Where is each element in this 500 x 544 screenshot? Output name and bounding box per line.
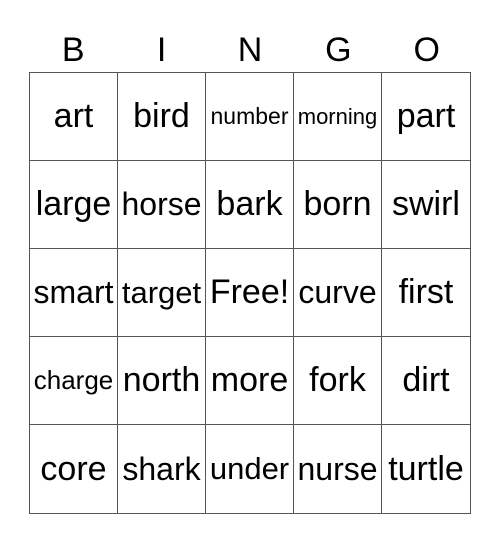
bingo-cell[interactable]: born	[294, 161, 382, 249]
header-letter-n: N	[237, 31, 263, 69]
cell-word: horse	[121, 186, 202, 222]
cell-word: number	[210, 103, 289, 129]
bingo-cell[interactable]: number	[206, 73, 294, 161]
bingo-cell[interactable]: swirl	[382, 161, 470, 249]
bingo-cell[interactable]: morning	[294, 73, 382, 161]
bingo-cell[interactable]: bird	[118, 73, 206, 161]
cell-word: smart	[33, 274, 114, 310]
cell-word: large	[35, 185, 112, 223]
bingo-cell[interactable]: smart	[30, 249, 118, 337]
bingo-cell[interactable]: core	[30, 425, 118, 513]
cell-word: dirt	[402, 361, 450, 399]
bingo-cell[interactable]: curve	[294, 249, 382, 337]
cell-word: charge	[33, 365, 114, 395]
cell-word: north	[122, 361, 201, 399]
cell-word: target	[121, 274, 202, 310]
cell-word: swirl	[392, 185, 460, 223]
header-letter-g: G	[325, 31, 352, 69]
cell-word: bark	[216, 185, 283, 223]
bingo-cell[interactable]: shark	[118, 425, 206, 513]
header-letter-b: B	[61, 31, 85, 69]
cell-word: born	[303, 185, 372, 223]
bingo-cell[interactable]: charge	[30, 337, 118, 425]
cell-word: under	[209, 451, 290, 486]
cell-word: nurse	[297, 450, 378, 487]
bingo-cell[interactable]: part	[382, 73, 470, 161]
cell-word: turtle	[388, 449, 464, 488]
bingo-cell[interactable]: horse	[118, 161, 206, 249]
cell-word: shark	[122, 450, 201, 487]
cell-word: first	[398, 273, 454, 311]
bingo-cell[interactable]: nurse	[294, 425, 382, 513]
bingo-cell[interactable]: fork	[294, 337, 382, 425]
bingo-grid: art bird number morning part large horse bark bo…	[29, 72, 471, 514]
header-letter-i: I	[156, 31, 167, 69]
cell-word: core	[40, 449, 107, 488]
header-letter-o: O	[413, 31, 440, 69]
cell-word: art	[53, 97, 94, 135]
bingo-cell[interactable]: Free!	[206, 249, 294, 337]
bingo-cell[interactable]: under	[206, 425, 294, 513]
bingo-cell[interactable]: more	[206, 337, 294, 425]
bingo-cell[interactable]: dirt	[382, 337, 470, 425]
bingo-cell[interactable]: large	[30, 161, 118, 249]
cell-word: bird	[133, 97, 190, 135]
cell-word: Free!	[209, 273, 290, 311]
bingo-cell[interactable]: first	[382, 249, 470, 337]
cell-word: curve	[298, 274, 377, 310]
cell-word: fork	[309, 361, 366, 399]
cell-word: more	[210, 361, 289, 399]
bingo-cell[interactable]: target	[118, 249, 206, 337]
bingo-cell[interactable]: north	[118, 337, 206, 425]
cell-word: morning	[297, 103, 378, 129]
bingo-cell[interactable]: art	[30, 73, 118, 161]
bingo-header: B I N G O	[29, 28, 471, 72]
bingo-cell[interactable]: turtle	[382, 425, 470, 513]
bingo-cell[interactable]: bark	[206, 161, 294, 249]
cell-word: part	[396, 97, 456, 135]
